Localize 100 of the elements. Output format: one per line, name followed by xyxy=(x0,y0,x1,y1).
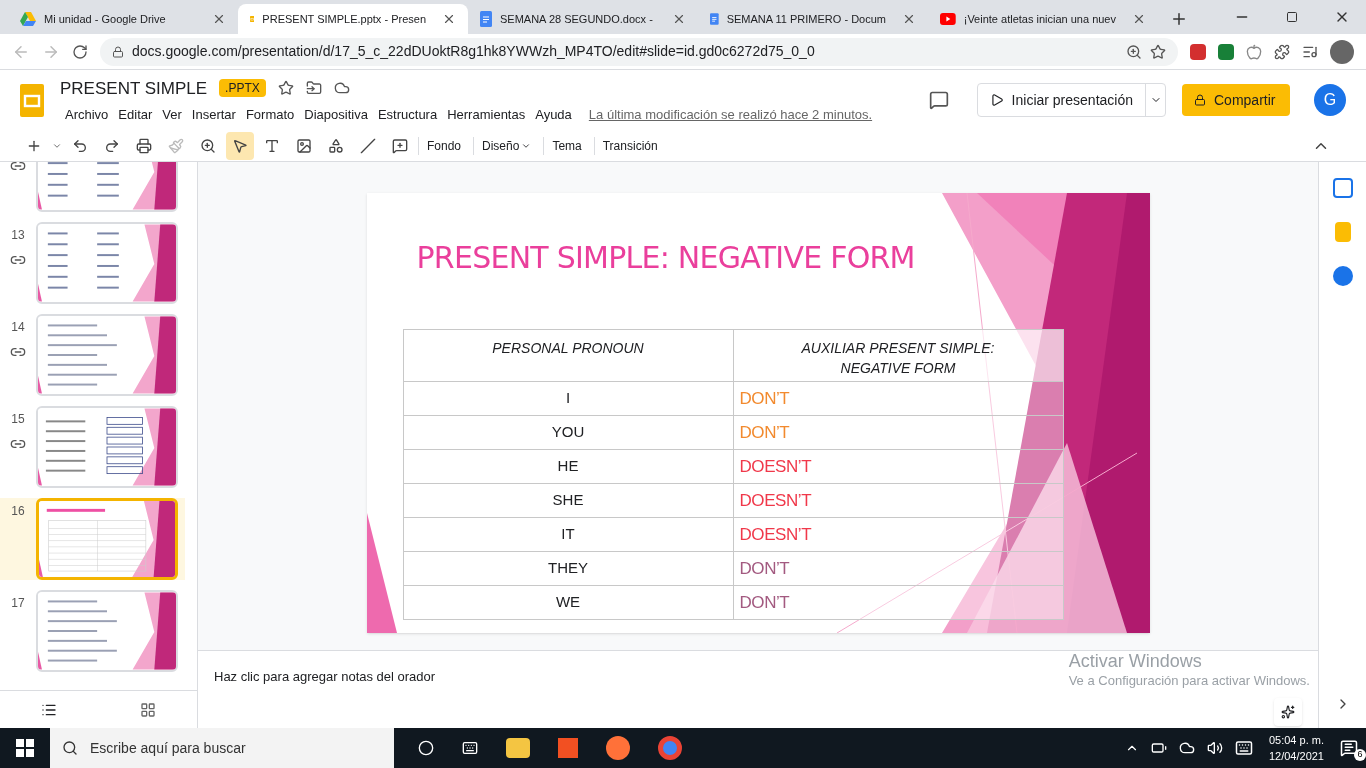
tasks-icon[interactable] xyxy=(1332,266,1353,286)
menu-item[interactable]: Estructura xyxy=(372,105,443,125)
line-icon[interactable] xyxy=(360,137,376,154)
cursor-icon xyxy=(232,137,248,154)
drive-icon xyxy=(20,12,36,26)
star-icon[interactable] xyxy=(277,80,294,97)
toolbar-button[interactable]: Fondo xyxy=(418,136,470,155)
profile-avatar[interactable] xyxy=(1330,39,1354,64)
print-icon[interactable] xyxy=(136,137,152,154)
close-icon[interactable] xyxy=(672,12,686,26)
grid-view-icon[interactable] xyxy=(139,701,156,718)
tab-title: PRESENT SIMPLE.pptx - Presen xyxy=(262,11,426,27)
table-cell: WE xyxy=(403,585,733,620)
slide-number: 15 xyxy=(11,411,25,428)
lock-icon xyxy=(1194,94,1206,106)
search-icon xyxy=(62,740,78,756)
image-icon[interactable] xyxy=(296,137,312,154)
browser-tab[interactable]: PRESENT SIMPLE.pptx - Presen xyxy=(238,4,468,34)
menu-item[interactable]: Archivo xyxy=(60,105,114,125)
redo-icon[interactable] xyxy=(104,137,120,154)
document-icon xyxy=(480,11,492,27)
slide-number: 17 xyxy=(11,595,25,612)
activation-subtitle: Ve a Configuración para activar Windows. xyxy=(1068,672,1310,690)
menu-item[interactable]: Diapositiva xyxy=(299,105,373,125)
clock-date[interactable]: 12/04/2021 xyxy=(1268,748,1324,764)
slide-thumbnail[interactable] xyxy=(38,316,176,394)
slide-thumbnail[interactable] xyxy=(38,592,176,670)
new-tab-icon[interactable] xyxy=(1170,10,1188,28)
move-folder-icon[interactable] xyxy=(305,80,322,97)
menu-item[interactable]: Insertar xyxy=(186,105,241,125)
menu-item[interactable]: Ayuda xyxy=(530,105,577,125)
close-icon[interactable] xyxy=(902,12,916,26)
table-cell: DOESN’T xyxy=(733,483,1063,518)
cortana-icon[interactable] xyxy=(418,740,434,756)
clock-time[interactable]: 05:04 p. m. xyxy=(1268,732,1324,748)
volume-icon[interactable] xyxy=(1206,740,1223,756)
notification-count: 6 xyxy=(1354,749,1366,761)
file-explorer-icon[interactable] xyxy=(506,738,530,758)
table-cell: HE xyxy=(403,449,733,484)
apple-icon[interactable] xyxy=(1246,43,1262,60)
tab-title: ¡Veinte atletas inician una nuev xyxy=(963,11,1116,27)
shapes-icon[interactable] xyxy=(328,137,344,154)
keyboard-icon[interactable] xyxy=(1234,739,1253,757)
table-header: AUXILIAR PRESENT SIMPLE: NEGATIVE FORM xyxy=(733,329,1063,382)
menu-item[interactable]: Herramientas xyxy=(442,105,531,125)
table-cell: DON’T xyxy=(733,381,1063,416)
address-bar[interactable]: docs.google.com/presentation/d/17_5_c_22dDUoktR8g1hk8YWWzh_MP4TO/edit#slide=id.gd0c6272d75_0_0 xyxy=(100,37,1178,66)
reload-icon[interactable] xyxy=(72,43,88,60)
tab-title: SEMANA 28 SEGUNDO.docx - xyxy=(500,11,653,27)
explore-button[interactable] xyxy=(1274,698,1302,726)
pdf-extension-icon[interactable] xyxy=(1190,43,1206,60)
last-edit-link[interactable]: La última modificación se realizó hace 2 minutos. xyxy=(588,105,873,125)
toolbar-button[interactable]: Transición xyxy=(593,136,666,155)
tab-title: Mi unidad - Google Drive xyxy=(44,11,166,27)
chrome-icon[interactable] xyxy=(658,736,682,760)
slide-title: PRESENT SIMPLE: NEGATIVE FORM xyxy=(416,239,916,277)
menu-item[interactable]: Formato xyxy=(240,105,300,125)
document-title[interactable]: PRESENT SIMPLE xyxy=(60,75,208,101)
restore-icon[interactable] xyxy=(1286,11,1298,23)
text-box-icon[interactable] xyxy=(264,137,280,154)
firefox-icon[interactable] xyxy=(606,736,630,760)
browser-tab[interactable]: ¡Veinte atletas inician una nuev xyxy=(928,4,1158,34)
close-icon[interactable] xyxy=(212,12,226,26)
account-avatar[interactable]: G xyxy=(1314,84,1346,116)
menu-item[interactable]: Ver xyxy=(157,105,187,125)
add-comment-icon[interactable] xyxy=(392,137,408,154)
undo-icon[interactable] xyxy=(72,137,88,154)
table-cell: IT xyxy=(403,517,733,552)
zoom-icon[interactable] xyxy=(1126,43,1142,60)
taskbar-search-field[interactable]: Escribe aquí para buscar xyxy=(50,728,394,768)
slide-thumbnail[interactable] xyxy=(38,224,176,302)
toolbar-button[interactable]: Diseño xyxy=(473,136,540,155)
browser-tab[interactable]: SEMANA 11 PRIMERO - Docum xyxy=(698,4,928,34)
table-cell: DON’T xyxy=(733,585,1063,620)
zoom-icon[interactable] xyxy=(200,137,216,154)
toolbar-button[interactable]: Tema xyxy=(543,136,590,155)
cloud-icon[interactable] xyxy=(1178,740,1195,756)
slide-thumbnail[interactable] xyxy=(39,501,175,577)
calendar-icon[interactable] xyxy=(1332,178,1353,198)
slide-number: 13 xyxy=(11,227,25,244)
menu-item[interactable]: Editar xyxy=(113,105,158,125)
tab-title: SEMANA 11 PRIMERO - Docum xyxy=(726,11,886,27)
share-button[interactable]: Compartir xyxy=(1182,84,1290,116)
windows-start-icon[interactable] xyxy=(16,739,34,757)
extensions-icon[interactable] xyxy=(1274,43,1290,60)
slide-thumbnail[interactable] xyxy=(38,408,176,486)
comments-icon[interactable] xyxy=(928,90,949,110)
browser-tab[interactable]: SEMANA 28 SEGUNDO.docx - xyxy=(468,4,698,34)
bookmark-star-icon[interactable] xyxy=(1150,43,1166,60)
notifications-icon[interactable] xyxy=(1340,739,1358,757)
speaker-notes-field[interactable]: Haz clic para agregar notas del orador xyxy=(214,667,436,687)
sparkle-icon xyxy=(1281,705,1295,719)
slide-number: 14 xyxy=(11,319,25,336)
select-tool-button[interactable] xyxy=(226,131,254,160)
close-icon[interactable] xyxy=(442,12,456,26)
sheets-extension-icon[interactable] xyxy=(1218,43,1234,60)
battery-icon[interactable] xyxy=(1150,740,1167,756)
browser-tab[interactable]: Mi unidad - Google Drive xyxy=(8,4,238,34)
close-icon[interactable] xyxy=(1132,12,1146,26)
video-play-icon xyxy=(940,13,956,25)
